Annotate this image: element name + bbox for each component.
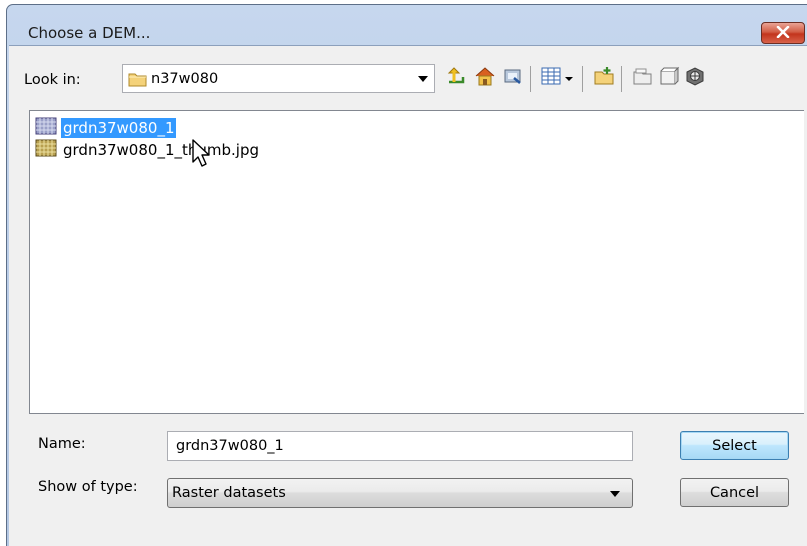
select-button[interactable]: Select xyxy=(680,431,789,460)
show-of-type-value: Raster datasets xyxy=(172,485,286,501)
title-bar[interactable]: Choose a DEM... xyxy=(7,5,807,44)
close-button[interactable] xyxy=(761,22,805,44)
choose-dem-dialog: Choose a DEM... Look in: n37w080 grdn37w… xyxy=(6,4,807,546)
toolbar-separator xyxy=(530,66,531,92)
globe-icon xyxy=(684,66,706,90)
window-title: Choose a DEM... xyxy=(28,24,151,42)
dialog-client-area: Look in: n37w080 grdn37w080_1 grdn37w080… xyxy=(9,45,807,546)
new-folder-icon xyxy=(593,66,615,90)
up-one-level-icon xyxy=(446,66,468,90)
cancel-button[interactable]: Cancel xyxy=(680,478,789,507)
chevron-down-icon xyxy=(418,76,428,82)
home-icon xyxy=(474,66,496,90)
catalog-icon xyxy=(631,66,653,90)
gallery-icon xyxy=(658,66,680,90)
up-one-level-button[interactable] xyxy=(445,66,469,90)
look-in-value: n37w080 xyxy=(151,71,219,87)
name-input[interactable] xyxy=(167,431,633,461)
file-name: grdn37w080_1 xyxy=(61,117,177,138)
gallery-button[interactable] xyxy=(657,66,681,90)
close-icon xyxy=(776,24,790,42)
toolbar-separator xyxy=(582,66,583,92)
raster-dataset-icon xyxy=(35,117,57,139)
globe-button[interactable] xyxy=(683,66,707,90)
folder-icon xyxy=(128,71,148,91)
name-label: Name: xyxy=(38,436,86,452)
view-details-icon xyxy=(540,66,562,90)
list-item[interactable]: grdn37w080_1 xyxy=(35,117,177,139)
toolbar-separator xyxy=(621,66,622,92)
view-menu-arrow-icon xyxy=(564,69,574,87)
show-of-type-label: Show of type: xyxy=(38,479,138,495)
file-name: grdn37w080_1_thumb.jpg xyxy=(63,140,259,159)
mouse-cursor-icon xyxy=(191,138,215,172)
new-folder-button[interactable] xyxy=(592,66,616,90)
look-in-dropdown[interactable]: n37w080 xyxy=(122,64,435,93)
raster-image-icon xyxy=(35,139,57,161)
home-button[interactable] xyxy=(473,66,497,90)
look-in-label: Look in: xyxy=(24,72,81,88)
connect-folder-icon xyxy=(502,66,524,90)
list-item[interactable]: grdn37w080_1_thumb.jpg xyxy=(35,139,261,160)
view-menu-button[interactable] xyxy=(562,66,576,90)
catalog-button[interactable] xyxy=(630,66,654,90)
view-details-button[interactable] xyxy=(539,66,563,90)
show-of-type-dropdown[interactable]: Raster datasets xyxy=(167,478,633,508)
connect-folder-button[interactable] xyxy=(501,66,525,90)
file-list[interactable]: grdn37w080_1 grdn37w080_1_thumb.jpg xyxy=(29,110,804,414)
chevron-down-icon xyxy=(610,491,620,497)
